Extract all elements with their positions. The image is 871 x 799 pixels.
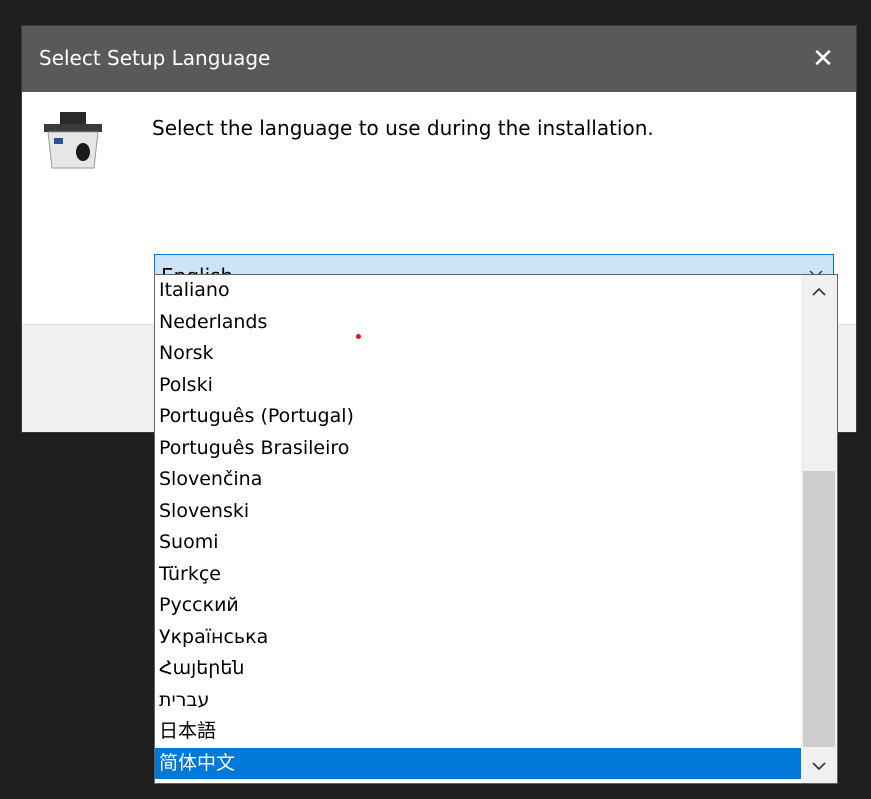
list-item[interactable]: Slovenčina bbox=[155, 464, 801, 496]
scroll-up-button[interactable] bbox=[801, 275, 837, 309]
dialog-title: Select Setup Language bbox=[39, 46, 271, 70]
list-item[interactable]: Português (Portugal) bbox=[155, 401, 801, 433]
chevron-up-icon bbox=[812, 287, 826, 296]
close-icon: ✕ bbox=[812, 44, 834, 74]
list-item[interactable]: Suomi bbox=[155, 527, 801, 559]
list-item[interactable]: Türkçe bbox=[155, 559, 801, 591]
list-item[interactable]: Português Brasileiro bbox=[155, 433, 801, 465]
list-item[interactable]: Українська bbox=[155, 622, 801, 654]
list-item[interactable]: Հայերեն bbox=[155, 653, 801, 685]
list-item[interactable]: Nederlands bbox=[155, 307, 801, 339]
scroll-thumb[interactable] bbox=[803, 471, 835, 747]
installer-box-icon bbox=[44, 112, 102, 169]
list-item[interactable]: Polski bbox=[155, 370, 801, 402]
list-item[interactable]: עברית bbox=[155, 685, 801, 717]
close-button[interactable]: ✕ bbox=[790, 26, 856, 92]
language-options: Italiano Nederlands Norsk Polski Portugu… bbox=[155, 275, 801, 779]
language-dropdown-list[interactable]: Italiano Nederlands Norsk Polski Portugu… bbox=[154, 274, 838, 784]
cursor-marker bbox=[356, 334, 361, 339]
list-item-selected[interactable]: 简体中文 bbox=[155, 747, 801, 779]
list-item[interactable]: Русский bbox=[155, 590, 801, 622]
chevron-down-icon bbox=[812, 762, 826, 771]
list-item[interactable]: Slovenski bbox=[155, 496, 801, 528]
list-item[interactable]: 日本語 bbox=[155, 716, 801, 748]
title-bar[interactable]: Select Setup Language ✕ bbox=[22, 26, 856, 92]
list-item[interactable]: Italiano bbox=[155, 275, 801, 307]
scroll-down-button[interactable] bbox=[801, 749, 837, 783]
vertical-scrollbar[interactable] bbox=[801, 275, 837, 783]
instruction-text: Select the language to use during the in… bbox=[152, 116, 654, 140]
list-item[interactable]: Norsk bbox=[155, 338, 801, 370]
